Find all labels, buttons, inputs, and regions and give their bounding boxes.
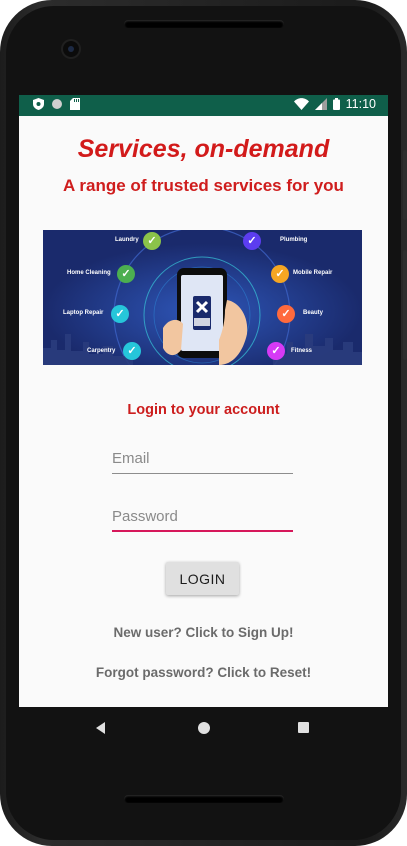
service-label-beauty: Beauty bbox=[303, 310, 324, 316]
circle-icon bbox=[52, 99, 62, 109]
home-icon[interactable] bbox=[198, 722, 210, 734]
page-subtitle: A range of trusted services for you bbox=[63, 176, 344, 195]
power-button[interactable] bbox=[403, 150, 407, 220]
top-speaker bbox=[124, 20, 284, 28]
check-icon: ✓ bbox=[267, 342, 285, 360]
app-screen: 11:10 Services, on-demand A range of tru… bbox=[19, 95, 388, 707]
password-field[interactable] bbox=[112, 506, 293, 532]
signup-link[interactable]: New user? Click to Sign Up! bbox=[19, 625, 388, 640]
reset-password-link[interactable]: Forgot password? Click to Reset! bbox=[19, 665, 388, 680]
service-label-carpentry: Carpentry bbox=[87, 348, 116, 354]
battery-icon bbox=[332, 98, 340, 110]
signal-icon bbox=[314, 98, 327, 110]
front-camera bbox=[63, 41, 79, 57]
back-icon[interactable] bbox=[96, 722, 105, 734]
bottom-speaker bbox=[124, 795, 284, 803]
check-icon: ✓ bbox=[111, 305, 129, 323]
volume-button[interactable] bbox=[403, 250, 407, 360]
service-label-plumbing: Plumbing bbox=[280, 237, 308, 243]
service-label-fitness: Fitness bbox=[291, 348, 313, 354]
service-label-laundry: Laundry bbox=[115, 237, 139, 243]
email-field[interactable] bbox=[112, 448, 293, 474]
page-title: Services, on-demand bbox=[77, 135, 330, 163]
login-button[interactable]: LOGIN bbox=[166, 562, 239, 595]
check-icon: ✓ bbox=[271, 265, 289, 283]
check-icon: ✓ bbox=[117, 265, 135, 283]
recent-apps-icon[interactable] bbox=[298, 722, 309, 733]
navigation-bar bbox=[19, 707, 388, 749]
service-label-home-cleaning: Home Cleaning bbox=[67, 270, 111, 276]
service-label-mobile-repair: Mobile Repair bbox=[293, 270, 333, 276]
service-label-laptop-repair: Laptop Repair bbox=[63, 310, 104, 316]
check-icon: ✓ bbox=[277, 305, 295, 323]
sd-card-icon bbox=[70, 98, 80, 110]
status-time: 11:10 bbox=[345, 97, 376, 111]
services-banner: Laundry Home Cleaning Laptop Repair Carp… bbox=[43, 230, 362, 365]
wifi-icon bbox=[293, 98, 309, 110]
check-icon: ✓ bbox=[143, 232, 161, 250]
shield-icon bbox=[33, 98, 44, 110]
login-heading: Login to your account bbox=[127, 402, 280, 418]
check-icon: ✓ bbox=[123, 342, 141, 360]
banner-artwork bbox=[43, 230, 362, 365]
check-icon: ✓ bbox=[243, 232, 261, 250]
status-bar: 11:10 bbox=[19, 95, 388, 116]
